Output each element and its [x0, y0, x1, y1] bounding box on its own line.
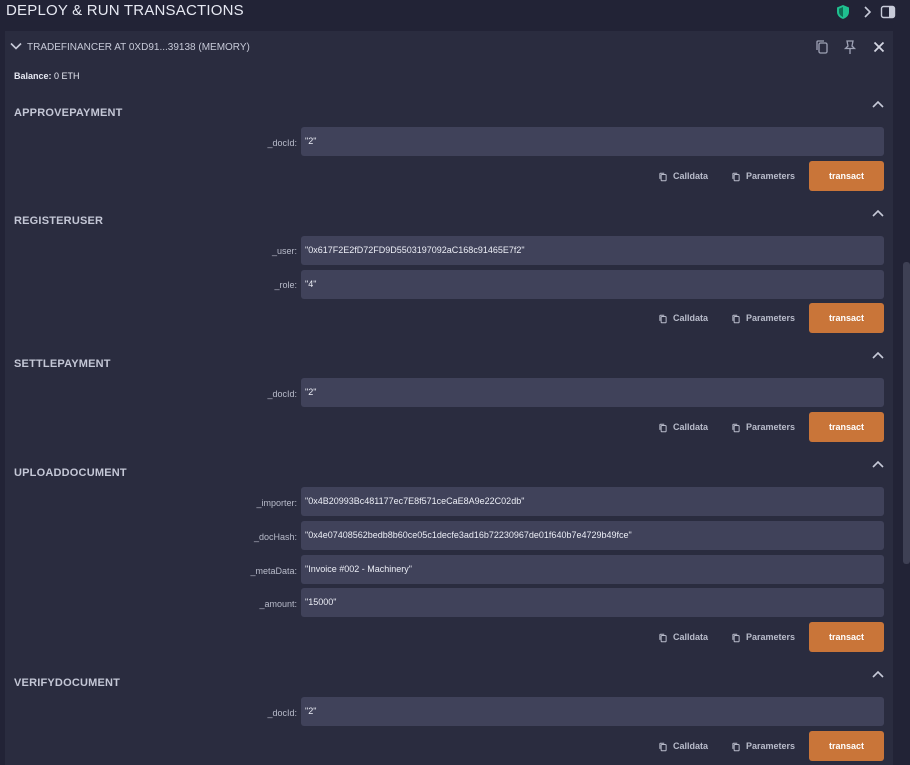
parameters-button[interactable]: Parameters: [731, 629, 795, 645]
copy-icon: [659, 314, 667, 323]
param-input-docid[interactable]: "2": [301, 378, 884, 407]
contract-name: TRADEFINANCER AT 0XD91...39138 (MEMORY): [27, 42, 250, 53]
shield-icon[interactable]: [835, 4, 851, 20]
panel-toggle-icon[interactable]: [880, 4, 896, 20]
chevron-down-icon[interactable]: [10, 41, 22, 51]
parameters-button[interactable]: Parameters: [731, 168, 795, 184]
balance: Balance: 0 ETH: [14, 71, 80, 81]
param-input-role[interactable]: "4": [301, 270, 884, 299]
copy-icon: [659, 172, 667, 181]
param-input-docid[interactable]: "2": [301, 697, 884, 726]
contract-header: TRADEFINANCER AT 0XD91...39138 (MEMORY): [5, 31, 893, 63]
param-label: _metaData:: [250, 566, 297, 576]
balance-label: Balance:: [14, 71, 52, 81]
parameters-label: Parameters: [746, 741, 796, 751]
transact-button[interactable]: transact: [809, 412, 884, 442]
copy-icon: [732, 633, 740, 642]
param-label: _docHash:: [253, 532, 297, 542]
copy-icon: [732, 742, 740, 751]
function-name: REGISTERUSER: [14, 215, 104, 227]
param-input-dochash[interactable]: "0x4e07408562bedb8b60ce05c1decfe3ad16b72…: [301, 521, 884, 550]
calldata-button[interactable]: Calldata: [658, 419, 708, 435]
parameters-label: Parameters: [746, 171, 796, 181]
close-icon[interactable]: [871, 39, 887, 55]
param-label: _role:: [274, 280, 297, 290]
copy-icon: [732, 172, 740, 181]
parameters-button[interactable]: Parameters: [731, 310, 795, 326]
parameters-label: Parameters: [746, 632, 796, 642]
copy-icon: [732, 423, 740, 432]
param-input-importer[interactable]: "0x4B20993Bc481177ec7E8f571ceCaE8A9e22C0…: [301, 487, 884, 516]
function-name: SETTLEPAYMENT: [14, 358, 111, 370]
transact-button[interactable]: transact: [809, 731, 884, 761]
param-label: _docId:: [267, 138, 297, 148]
pin-icon[interactable]: [842, 39, 858, 55]
parameters-label: Parameters: [746, 313, 796, 323]
calldata-label: Calldata: [673, 313, 709, 323]
calldata-label: Calldata: [673, 632, 709, 642]
copy-icon[interactable]: [814, 39, 830, 55]
calldata-label: Calldata: [673, 422, 709, 432]
param-input-docid[interactable]: "2": [301, 127, 884, 156]
param-label: _importer:: [256, 498, 297, 508]
transact-button[interactable]: transact: [809, 622, 884, 652]
function-name: APPROVEPAYMENT: [14, 107, 123, 119]
function-name: UPLOADDOCUMENT: [14, 467, 127, 479]
parameters-button[interactable]: Parameters: [731, 419, 795, 435]
calldata-label: Calldata: [673, 741, 709, 751]
param-input-user[interactable]: "0x617F2E2fD72FD9D5503197092aC168c91465E…: [301, 236, 884, 265]
parameters-label: Parameters: [746, 422, 796, 432]
transact-button[interactable]: transact: [809, 161, 884, 191]
calldata-button[interactable]: Calldata: [658, 168, 708, 184]
function-name: VERIFYDOCUMENT: [14, 677, 121, 689]
calldata-button[interactable]: Calldata: [658, 738, 708, 754]
page-title: DEPLOY & RUN TRANSACTIONS: [6, 2, 244, 19]
param-label: _amount:: [259, 599, 297, 609]
copy-icon: [732, 314, 740, 323]
scrollbar[interactable]: [903, 262, 910, 564]
copy-icon: [659, 423, 667, 432]
plugin-header: DEPLOY & RUN TRANSACTIONS: [0, 0, 910, 24]
copy-icon: [659, 633, 667, 642]
balance-value: 0 ETH: [54, 71, 80, 81]
chevron-up-icon[interactable]: [871, 459, 885, 469]
param-label: _docId:: [267, 389, 297, 399]
chevron-up-icon[interactable]: [871, 350, 885, 360]
contract-panel: TRADEFINANCER AT 0XD91...39138 (MEMORY) …: [5, 31, 893, 765]
chevron-up-icon[interactable]: [871, 669, 885, 679]
param-input-metadata[interactable]: "Invoice #002 - Machinery": [301, 555, 884, 584]
copy-icon: [659, 742, 667, 751]
param-label: _user:: [271, 246, 297, 256]
chevron-up-icon[interactable]: [871, 208, 885, 218]
chevron-right-icon[interactable]: [859, 4, 875, 20]
chevron-up-icon[interactable]: [871, 99, 885, 109]
param-label: _docId:: [267, 708, 297, 718]
param-input-amount[interactable]: "15000": [301, 588, 884, 617]
parameters-button[interactable]: Parameters: [731, 738, 795, 754]
transact-button[interactable]: transact: [809, 303, 884, 333]
calldata-label: Calldata: [673, 171, 709, 181]
calldata-button[interactable]: Calldata: [658, 310, 708, 326]
calldata-button[interactable]: Calldata: [658, 629, 708, 645]
